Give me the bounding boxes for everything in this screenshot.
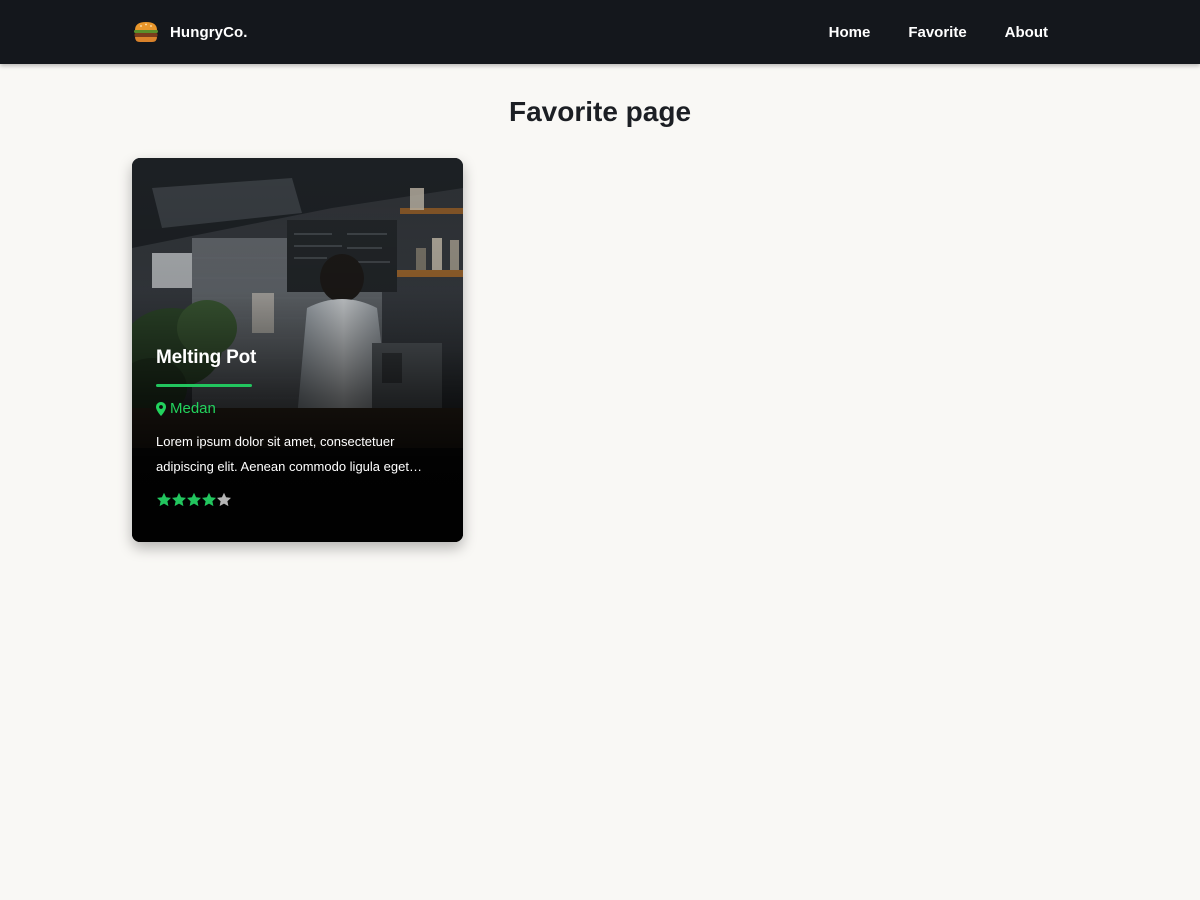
restaurant-card[interactable]: Melting Pot Medan Lorem ipsum dolor sit …: [132, 158, 463, 542]
burger-icon: [134, 22, 158, 42]
rating-stars: [156, 491, 439, 509]
star-filled-icon: [172, 492, 186, 507]
star-empty-icon: [217, 492, 231, 507]
star-filled-icon: [157, 492, 171, 507]
map-pin-icon: [156, 402, 166, 416]
nav-menu: Home Favorite About: [829, 0, 1048, 64]
star-filled-icon: [202, 492, 216, 507]
accent-divider: [156, 384, 252, 387]
brand-name: HungryCo.: [170, 23, 248, 41]
restaurant-name: Melting Pot: [156, 347, 257, 368]
navbar: HungryCo. Home Favorite About: [0, 0, 1200, 64]
card-body: Melting Pot Medan Lorem ipsum dolor sit …: [156, 344, 439, 509]
restaurant-city: Medan: [170, 400, 216, 417]
page-title: Favorite page: [508, 96, 692, 127]
nav-link-favorite[interactable]: Favorite: [908, 24, 966, 41]
nav-link-home[interactable]: Home: [829, 24, 871, 41]
restaurant-location: Medan: [156, 399, 439, 419]
brand-link[interactable]: HungryCo.: [132, 19, 248, 45]
star-filled-icon: [187, 492, 201, 507]
nav-link-about[interactable]: About: [1005, 24, 1048, 41]
restaurant-description: Lorem ipsum dolor sit amet, consectetuer…: [156, 434, 409, 474]
